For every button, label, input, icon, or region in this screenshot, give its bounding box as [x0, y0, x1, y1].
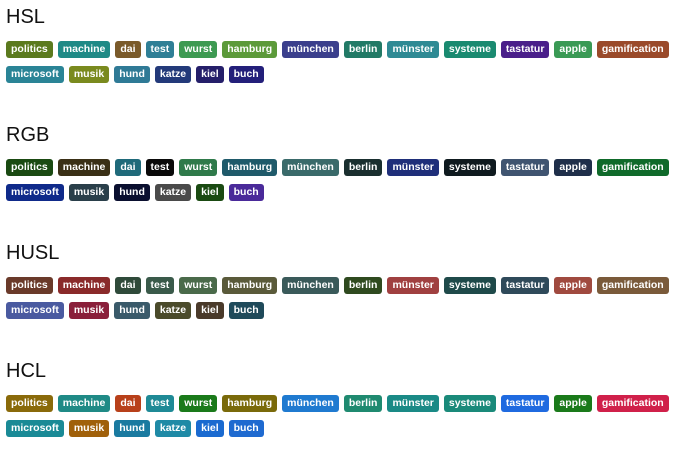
section-hcl: HCL politics machine dai test wurst hamburg mü… [6, 360, 690, 450]
tag-test[interactable]: test [145, 41, 175, 58]
tag-test[interactable]: test [145, 395, 175, 412]
tag-systeme[interactable]: systeme [443, 395, 496, 412]
tag-systeme[interactable]: systeme [443, 159, 496, 176]
tag-m-nchen[interactable]: münchen [282, 395, 339, 412]
tag-politics[interactable]: politics [6, 41, 53, 58]
tag-list: politics machine dai test wurst hamburg münche… [6, 159, 690, 201]
tag-apple[interactable]: apple [554, 41, 592, 58]
tag-tastatur[interactable]: tastatur [500, 41, 550, 58]
tag-katze[interactable]: katze [154, 302, 192, 319]
tag-kiel[interactable]: kiel [196, 66, 224, 83]
tag-hamburg[interactable]: hamburg [222, 277, 278, 294]
section-title: HUSL [6, 242, 60, 264]
tag-hamburg[interactable]: hamburg [222, 41, 278, 58]
tag-list: politics machine dai test wurst hamburg münche… [6, 41, 690, 83]
section-rgb: RGB politics machine dai test wurst hamburg mü… [6, 124, 690, 214]
tag-microsoft[interactable]: microsoft [6, 66, 64, 83]
tag-berlin[interactable]: berlin [343, 277, 383, 294]
tag-wurst[interactable]: wurst [179, 277, 218, 294]
tag-hund[interactable]: hund [114, 302, 150, 319]
tag-berlin[interactable]: berlin [343, 395, 383, 412]
tag-musik[interactable]: musik [68, 420, 110, 437]
tag-machine[interactable]: machine [57, 395, 111, 412]
tag-wurst[interactable]: wurst [179, 41, 218, 58]
tag-politics[interactable]: politics [6, 395, 53, 412]
section-title: HSL [6, 6, 45, 28]
tag-m-nster[interactable]: münster [387, 159, 439, 176]
tag-katze[interactable]: katze [154, 420, 192, 437]
tag-buch[interactable]: buch [228, 420, 264, 437]
section-husl: HUSL politics machine dai test wurst hamburg m… [6, 242, 690, 332]
tag-test[interactable]: test [145, 159, 175, 176]
tag-microsoft[interactable]: microsoft [6, 184, 64, 201]
tag-hund[interactable]: hund [114, 66, 150, 83]
tag-berlin[interactable]: berlin [343, 159, 383, 176]
tag-kiel[interactable]: kiel [196, 420, 224, 437]
tag-list: politics machine dai test wurst hamburg münche… [6, 395, 690, 437]
tag-hamburg[interactable]: hamburg [222, 159, 278, 176]
tag-musik[interactable]: musik [68, 302, 110, 319]
tag-m-nster[interactable]: münster [387, 277, 439, 294]
tag-microsoft[interactable]: microsoft [6, 302, 64, 319]
tag-gamification[interactable]: gamification [596, 159, 669, 176]
tag-apple[interactable]: apple [554, 277, 592, 294]
tag-m-nster[interactable]: münster [387, 41, 439, 58]
tag-machine[interactable]: machine [57, 159, 111, 176]
tag-tastatur[interactable]: tastatur [500, 395, 550, 412]
tag-wurst[interactable]: wurst [179, 159, 218, 176]
tag-wurst[interactable]: wurst [179, 395, 218, 412]
tag-list: politics machine dai test wurst hamburg münche… [6, 277, 690, 319]
tag-systeme[interactable]: systeme [443, 277, 496, 294]
tag-m-nchen[interactable]: münchen [282, 277, 339, 294]
tag-hamburg[interactable]: hamburg [222, 395, 278, 412]
tag-apple[interactable]: apple [554, 159, 592, 176]
tag-kiel[interactable]: kiel [196, 302, 224, 319]
tag-buch[interactable]: buch [228, 184, 264, 201]
tag-dai[interactable]: dai [115, 159, 141, 176]
tag-dai[interactable]: dai [115, 41, 141, 58]
tag-systeme[interactable]: systeme [443, 41, 496, 58]
tag-tastatur[interactable]: tastatur [500, 159, 550, 176]
tag-machine[interactable]: machine [57, 41, 111, 58]
tag-berlin[interactable]: berlin [343, 41, 383, 58]
tag-dai[interactable]: dai [115, 395, 141, 412]
section-hsl: HSL politics machine dai test wurst hamburg mü… [6, 6, 690, 96]
tag-musik[interactable]: musik [68, 184, 110, 201]
tag-buch[interactable]: buch [228, 302, 264, 319]
tag-tastatur[interactable]: tastatur [500, 277, 550, 294]
tag-dai[interactable]: dai [115, 277, 141, 294]
tag-test[interactable]: test [145, 277, 175, 294]
tag-microsoft[interactable]: microsoft [6, 420, 64, 437]
tag-politics[interactable]: politics [6, 159, 53, 176]
tag-buch[interactable]: buch [228, 66, 264, 83]
tag-hund[interactable]: hund [114, 420, 150, 437]
tag-machine[interactable]: machine [57, 277, 111, 294]
tag-katze[interactable]: katze [154, 184, 192, 201]
tag-kiel[interactable]: kiel [196, 184, 224, 201]
tag-musik[interactable]: musik [68, 66, 110, 83]
tag-katze[interactable]: katze [154, 66, 192, 83]
tag-m-nchen[interactable]: münchen [282, 41, 339, 58]
tag-hund[interactable]: hund [114, 184, 150, 201]
tag-gamification[interactable]: gamification [596, 41, 669, 58]
section-title: RGB [6, 124, 50, 146]
tag-gamification[interactable]: gamification [596, 395, 669, 412]
tag-politics[interactable]: politics [6, 277, 53, 294]
tag-gamification[interactable]: gamification [596, 277, 669, 294]
tag-m-nchen[interactable]: münchen [282, 159, 339, 176]
tag-apple[interactable]: apple [554, 395, 592, 412]
tag-m-nster[interactable]: münster [387, 395, 439, 412]
section-title: HCL [6, 360, 47, 382]
